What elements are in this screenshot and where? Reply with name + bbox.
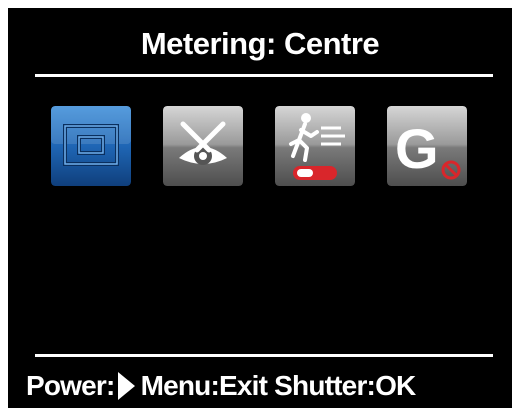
shutter-hint-label: Shutter: <box>274 369 376 401</box>
eye-crosshair-icon <box>163 106 243 186</box>
option-centre-metering[interactable] <box>51 106 131 186</box>
title-divider <box>35 74 493 77</box>
running-person-toggle-icon <box>275 106 355 186</box>
g-sensor-off-icon: G <box>387 106 467 186</box>
option-motion-detect[interactable] <box>275 106 355 186</box>
power-hint-label: Power: <box>26 369 115 401</box>
play-arrow-icon <box>117 371 135 400</box>
menu-hint-action: Exit <box>219 369 268 401</box>
button-hint-bar: Power: Menu:Exit Shutter:OK <box>8 364 512 404</box>
camera-menu-screen: Metering: Centre G Power: Menu:Exit Shut… <box>8 8 512 408</box>
menu-hint-label: Menu: <box>140 369 220 401</box>
footer-divider <box>35 354 493 357</box>
svg-text:G: G <box>395 117 439 180</box>
centre-weighted-metering-icon <box>51 106 131 186</box>
shutter-hint-action: OK <box>375 369 416 401</box>
option-eye-crosshair[interactable] <box>163 106 243 186</box>
option-g-sensor[interactable]: G <box>387 106 467 186</box>
page-title: Metering: Centre <box>140 26 380 61</box>
